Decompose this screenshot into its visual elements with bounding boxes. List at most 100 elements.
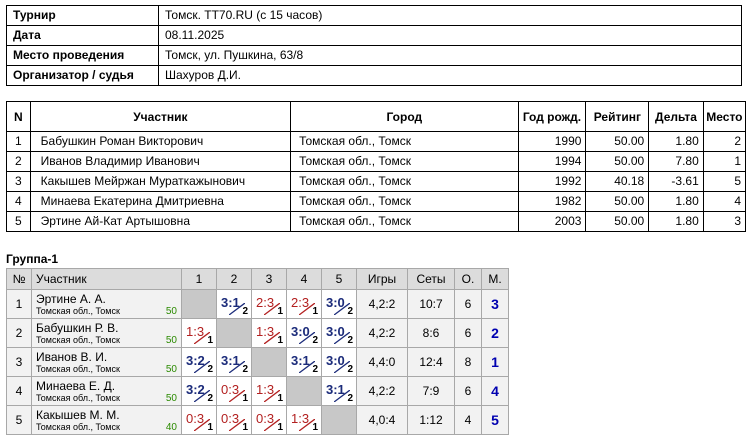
- match-score-cell: 0:3 1: [181, 405, 217, 435]
- group-player-sets: 12:4: [407, 347, 455, 377]
- group-player-city: Томская обл., Томск: [36, 335, 120, 345]
- participant-delta: 7.80: [648, 151, 704, 172]
- match-points: 1: [242, 393, 248, 404]
- participant-row: 1 Бабушкин Роман Викторович Томская обл., …: [6, 131, 747, 152]
- group-player-place: 2: [481, 318, 509, 348]
- group-col-points: О.: [454, 268, 482, 290]
- group-player-number: 2: [6, 318, 32, 348]
- match-score-cell: 3:1 2: [216, 289, 252, 319]
- match-score-cell: 1:3 1: [181, 318, 217, 348]
- info-value: Томск. TT70.RU (с 15 часов): [158, 5, 742, 26]
- participant-delta: 1.80: [648, 131, 704, 152]
- info-label: Место проведения: [6, 45, 159, 66]
- group-player-cell: Иванов В. И. Томская обл., Томск 50: [31, 347, 182, 377]
- tournament-info-table: Турнир Томск. TT70.RU (с 15 часов) Дата …: [6, 5, 742, 86]
- group-player-name: Минаева Е. Д.: [36, 379, 116, 393]
- group-player-games: 4,0:4: [356, 405, 408, 435]
- self-match-cell: [216, 318, 252, 348]
- group-player-sets: 1:12: [407, 405, 455, 435]
- group-player-city: Томская обл., Томск: [36, 364, 120, 374]
- group-player-place: 5: [481, 405, 509, 435]
- match-points: 2: [312, 335, 318, 346]
- match-score-cell: 2:3 1: [286, 289, 322, 319]
- group-player-number: 3: [6, 347, 32, 377]
- group-results-table: № Участник 1 2 3 4 5 Игры Сеты О. М. 1 Эр…: [6, 268, 509, 435]
- participant-rating: 50.00: [585, 191, 650, 212]
- group-player-games: 4,4:0: [356, 347, 408, 377]
- col-header-rating: Рейтинг: [585, 101, 650, 132]
- group-player-rating: 40: [165, 422, 177, 433]
- group-player-city: Томская обл., Томск: [36, 393, 120, 403]
- match-points: 2: [207, 393, 213, 404]
- match-points: 2: [207, 364, 213, 375]
- self-match-cell: [181, 289, 217, 319]
- group-col-place: М.: [481, 268, 509, 290]
- info-value: 08.11.2025: [158, 25, 742, 46]
- group-player-rating: 50: [165, 364, 177, 375]
- group-col-2: 2: [216, 268, 252, 290]
- participant-row: 2 Иванов Владимир Иванович Томская обл., Т…: [6, 151, 747, 172]
- group-col-4: 4: [286, 268, 322, 290]
- participant-name: Минаева Екатерина Дмитриевна: [29, 191, 292, 212]
- participant-birth-year: 1994: [517, 151, 587, 172]
- participant-number: 3: [6, 171, 31, 192]
- match-points: 1: [242, 422, 248, 433]
- group-player-points: 4: [454, 405, 482, 435]
- match-score-cell: 3:1 2: [286, 347, 322, 377]
- participant-city: Томская обл., Томск: [290, 191, 519, 212]
- col-header-place: Место: [702, 101, 747, 132]
- match-points: 1: [277, 306, 283, 317]
- group-col-3: 3: [251, 268, 287, 290]
- match-points: 1: [277, 393, 283, 404]
- match-score-cell: 1:3 1: [251, 376, 287, 406]
- group-player-games: 4,2:2: [356, 289, 408, 319]
- group-player-row: 2 Бабушкин Р. В. Томская обл., Томск 50 1:3 1…: [6, 318, 509, 348]
- match-score-cell: 3:0 2: [321, 318, 357, 348]
- group-player-row: 4 Минаева Е. Д. Томская обл., Томск 50 3:2 2 0…: [6, 376, 509, 406]
- participant-delta: -3.61: [648, 171, 704, 192]
- participant-number: 4: [6, 191, 31, 212]
- match-points: 2: [347, 335, 353, 346]
- participants-table: N Участник Город Год рожд. Рейтинг Дельт…: [6, 101, 747, 232]
- match-points: 2: [242, 306, 248, 317]
- col-header-participant: Участник: [29, 101, 292, 132]
- participant-number: 1: [6, 131, 31, 152]
- participant-delta: 1.80: [648, 211, 704, 232]
- participants-header-row: N Участник Город Год рожд. Рейтинг Дельт…: [6, 101, 747, 132]
- group-col-sets: Сеты: [407, 268, 455, 290]
- group-player-points: 8: [454, 347, 482, 377]
- participant-rating: 50.00: [585, 131, 650, 152]
- match-points: 1: [207, 335, 213, 346]
- participant-row: 5 Эртине Ай-Кат Артышовна Томская обл., То…: [6, 211, 747, 232]
- self-match-cell: [321, 405, 357, 435]
- group-title: Группа-1: [6, 252, 59, 266]
- group-col-player: Участник: [31, 268, 182, 290]
- participant-birth-year: 2003: [517, 211, 587, 232]
- participant-row: 3 Какышев Мейржан Мураткажынович Томская о…: [6, 171, 747, 192]
- self-match-cell: [251, 347, 287, 377]
- participant-place: 4: [702, 191, 747, 212]
- group-col-n: №: [6, 268, 32, 290]
- match-points: 1: [277, 422, 283, 433]
- match-points: 2: [242, 364, 248, 375]
- group-player-sets: 7:9: [407, 376, 455, 406]
- participant-birth-year: 1982: [517, 191, 587, 212]
- col-header-n: N: [6, 101, 31, 132]
- participant-place: 3: [702, 211, 747, 232]
- group-player-cell: Бабушкин Р. В. Томская обл., Томск 50: [31, 318, 182, 348]
- group-player-row: 3 Иванов В. И. Томская обл., Томск 50 3:2 2 3:…: [6, 347, 509, 377]
- match-score-cell: 3:1 2: [216, 347, 252, 377]
- group-player-name: Бабушкин Р. В.: [36, 321, 119, 335]
- match-score-cell: 1:3 1: [286, 405, 322, 435]
- info-value: Томск, ул. Пушкина, 63/8: [158, 45, 742, 66]
- participant-birth-year: 1990: [517, 131, 587, 152]
- group-player-city: Томская обл., Томск: [36, 306, 120, 316]
- participant-name: Иванов Владимир Иванович: [29, 151, 292, 172]
- group-col-1: 1: [181, 268, 217, 290]
- group-player-cell: Эртине А. А. Томская обл., Томск 50: [31, 289, 182, 319]
- group-player-games: 4,2:2: [356, 318, 408, 348]
- info-value: Шахуров Д.И.: [158, 65, 742, 86]
- col-header-city: Город: [290, 101, 519, 132]
- group-player-number: 1: [6, 289, 32, 319]
- participant-birth-year: 1992: [517, 171, 587, 192]
